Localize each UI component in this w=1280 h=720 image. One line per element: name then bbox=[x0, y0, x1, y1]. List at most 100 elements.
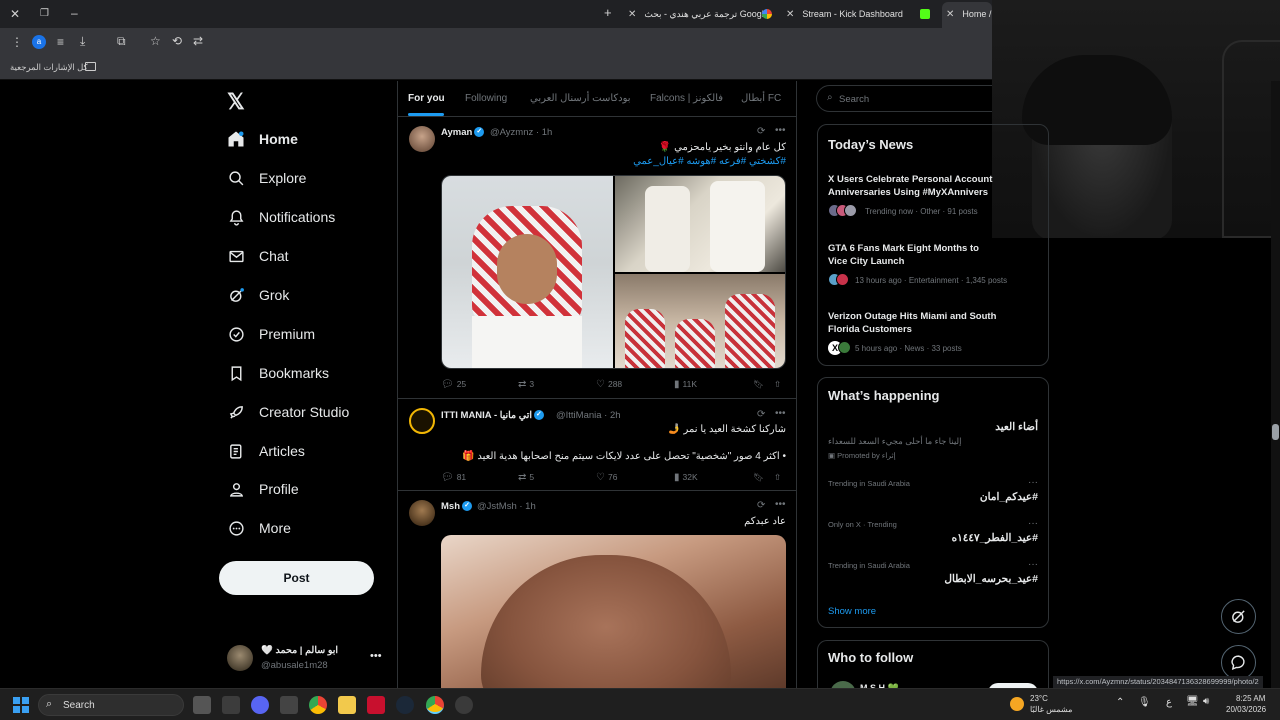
news-headline[interactable]: X Users Celebrate Personal Account Anniv… bbox=[828, 173, 1058, 199]
tweet-handle[interactable]: @Ayzmnz · 1h bbox=[490, 127, 552, 138]
nav-home[interactable]: Home bbox=[226, 125, 298, 153]
tab-close-icon[interactable]: ✕ bbox=[786, 9, 794, 20]
grok-tweet-icon[interactable]: ⟳ bbox=[757, 126, 765, 137]
task-view-icon[interactable] bbox=[193, 696, 211, 714]
download-icon[interactable]: ⤓ bbox=[80, 34, 85, 48]
app-icon[interactable] bbox=[280, 696, 298, 714]
news-headline[interactable]: Verizon Outage Hits Miami and South Flor… bbox=[828, 310, 1000, 336]
nav-creator-studio[interactable]: Creator Studio bbox=[226, 398, 349, 426]
news-headline[interactable]: GTA 6 Fans Mark Eight Months to Vice Cit… bbox=[828, 242, 1000, 268]
chrome-active-icon[interactable] bbox=[426, 696, 444, 714]
clock-time[interactable]: 8:25 AM bbox=[1236, 694, 1265, 703]
bookmark-tweet-icon[interactable]: 🔖︎ bbox=[753, 379, 764, 390]
share-tweet-icon[interactable]: ⇧ bbox=[774, 379, 781, 390]
tweet[interactable]: Msh ✓ @JstMsh · 1h ⟳ ••• عاد عبدكم bbox=[398, 492, 796, 691]
menu-dots-icon[interactable]: ⋮ bbox=[11, 35, 23, 49]
post-button[interactable]: Post bbox=[219, 561, 374, 595]
tab-home-x[interactable]: ✕Home / X bbox=[942, 2, 992, 28]
windows-start-icon[interactable] bbox=[13, 697, 29, 713]
page-scrollbar[interactable] bbox=[1271, 81, 1280, 688]
nav-grok[interactable]: Grok bbox=[226, 281, 289, 309]
language-indicator[interactable]: ع bbox=[1166, 697, 1172, 708]
tweet[interactable]: ITTI MANIA - اتي مانيا ✓ @IttiMania · 2h … bbox=[398, 400, 796, 491]
tab-for-you[interactable]: For you bbox=[408, 93, 445, 104]
grok-tweet-icon[interactable]: ⟳ bbox=[757, 500, 765, 511]
nav-explore[interactable]: Explore bbox=[226, 164, 306, 192]
avatar[interactable] bbox=[409, 126, 435, 152]
bookmark-star-icon[interactable]: ☆ bbox=[150, 34, 161, 48]
extensions-icon[interactable]: ⧉ bbox=[117, 34, 126, 48]
tab-fc-champions[interactable]: أبطال FC bbox=[741, 93, 781, 104]
tab-falcons[interactable]: Falcons | فالكونز bbox=[650, 93, 723, 104]
trend-name[interactable]: #عيد_الفطر_١٤٤٧ه bbox=[952, 532, 1038, 544]
tweet-photo-3[interactable] bbox=[615, 274, 785, 368]
reply-button[interactable]: 💬︎ 81 bbox=[441, 472, 466, 483]
reply-button[interactable]: 💬︎ 25 bbox=[441, 379, 466, 390]
trend-more-icon[interactable]: ··· bbox=[1028, 518, 1038, 529]
nav-profile[interactable]: Profile bbox=[226, 475, 299, 503]
tweet-more-icon[interactable]: ••• bbox=[775, 125, 786, 136]
discord-icon[interactable] bbox=[251, 696, 269, 714]
app-icon[interactable] bbox=[222, 696, 240, 714]
tweet-hashtags[interactable]: #كشختي #فرعه #هوشه #عيال_عمي bbox=[633, 156, 786, 167]
avatar[interactable] bbox=[409, 500, 435, 526]
chrome-icon[interactable] bbox=[309, 696, 327, 714]
like-button[interactable]: ♡ 76 bbox=[596, 472, 617, 483]
grok-floating-button[interactable] bbox=[1221, 599, 1256, 634]
minimize-window-icon[interactable]: – bbox=[71, 6, 78, 20]
restore-window-icon[interactable]: ❐ bbox=[40, 7, 49, 21]
tweet-author[interactable]: ITTI MANIA - اتي مانيا ✓ bbox=[441, 410, 546, 421]
tab-close-icon[interactable]: ✕ bbox=[628, 9, 636, 20]
tweet-handle[interactable]: @JstMsh · 1h bbox=[477, 501, 536, 512]
search-input[interactable]: Search bbox=[839, 94, 869, 105]
bookmark-tweet-icon[interactable]: 🔖︎ bbox=[753, 472, 764, 483]
tweet-handle[interactable]: @IttiMania · 2h bbox=[556, 410, 621, 421]
app-icon[interactable] bbox=[455, 696, 473, 714]
translate-icon[interactable]: ⇄ bbox=[193, 34, 203, 48]
views-button[interactable]: ▮ 32K bbox=[674, 472, 698, 483]
taskbar-search[interactable]: ⌕ Search bbox=[38, 694, 184, 716]
show-more-link[interactable]: Show more bbox=[828, 606, 876, 617]
nav-more[interactable]: More bbox=[226, 514, 291, 542]
promo-title[interactable]: أضاء العيد bbox=[995, 421, 1038, 433]
tweet-more-icon[interactable]: ••• bbox=[775, 408, 786, 419]
scrollbar-thumb[interactable] bbox=[1272, 424, 1279, 440]
views-button[interactable]: ▮ 11K bbox=[674, 379, 697, 390]
weather-temp[interactable]: 23°C bbox=[1030, 694, 1048, 703]
nav-bookmarks[interactable]: Bookmarks bbox=[226, 359, 329, 387]
network-icon[interactable]: 🖥︎ bbox=[1186, 696, 1199, 707]
tweet-media[interactable] bbox=[441, 175, 786, 369]
all-bookmarks-label[interactable]: كل الإشارات المرجعية bbox=[10, 62, 88, 73]
nav-articles[interactable]: Articles bbox=[226, 437, 305, 465]
tab-google-search[interactable]: ✕ ترجمة عربي هندي - بحث Google bbox=[628, 4, 776, 24]
nav-notifications[interactable]: Notifications bbox=[226, 203, 335, 231]
file-explorer-icon[interactable] bbox=[338, 696, 356, 714]
trend-more-icon[interactable]: ··· bbox=[1028, 559, 1038, 570]
tab-close-icon[interactable]: ✕ bbox=[946, 9, 954, 20]
trend-more-icon[interactable]: ··· bbox=[1028, 477, 1038, 488]
trend-name[interactable]: #عيدكم_امان bbox=[980, 491, 1038, 503]
steam-icon[interactable] bbox=[396, 696, 414, 714]
chevron-up-icon[interactable]: ⌃ bbox=[1116, 697, 1124, 708]
tweet-author[interactable]: Msh ✓ bbox=[441, 501, 474, 512]
tweet[interactable]: Ayman ✓ @Ayzmnz · 1h ⟳ ••• كل عام وانتو ب… bbox=[398, 118, 796, 399]
microphone-icon[interactable]: 🎙︎ bbox=[1138, 697, 1151, 708]
share-icon[interactable]: ⟲ bbox=[172, 34, 182, 48]
like-button[interactable]: ♡ 288 bbox=[596, 379, 622, 390]
x-logo[interactable]: 𝕏 bbox=[227, 89, 245, 115]
tweet-photo-2[interactable] bbox=[615, 176, 785, 272]
profile-icon[interactable]: a bbox=[32, 35, 46, 49]
repost-button[interactable]: ⇄ 3 bbox=[518, 379, 534, 390]
messages-floating-button[interactable] bbox=[1221, 645, 1256, 680]
new-tab-icon[interactable]: + bbox=[604, 6, 612, 20]
tab-following[interactable]: Following bbox=[465, 93, 507, 104]
account-switcher[interactable]: ابو سالم | محمد 🤍 @abusale1m28 ••• bbox=[227, 643, 387, 673]
volume-icon[interactable]: 🔊︎ bbox=[1203, 696, 1209, 707]
account-more-icon[interactable]: ••• bbox=[370, 650, 382, 662]
close-window-icon[interactable]: ✕ bbox=[10, 7, 20, 21]
tweet-author[interactable]: Ayman ✓ bbox=[441, 127, 486, 138]
trend-name[interactable]: #عيد_بحرسه_الابطال bbox=[944, 573, 1038, 585]
reading-list-icon[interactable]: ≡ bbox=[57, 35, 64, 49]
search-box[interactable]: ⌕ Search bbox=[816, 85, 992, 112]
tab-kick-dashboard[interactable]: ✕ Stream - Kick Dashboard bbox=[786, 4, 910, 24]
